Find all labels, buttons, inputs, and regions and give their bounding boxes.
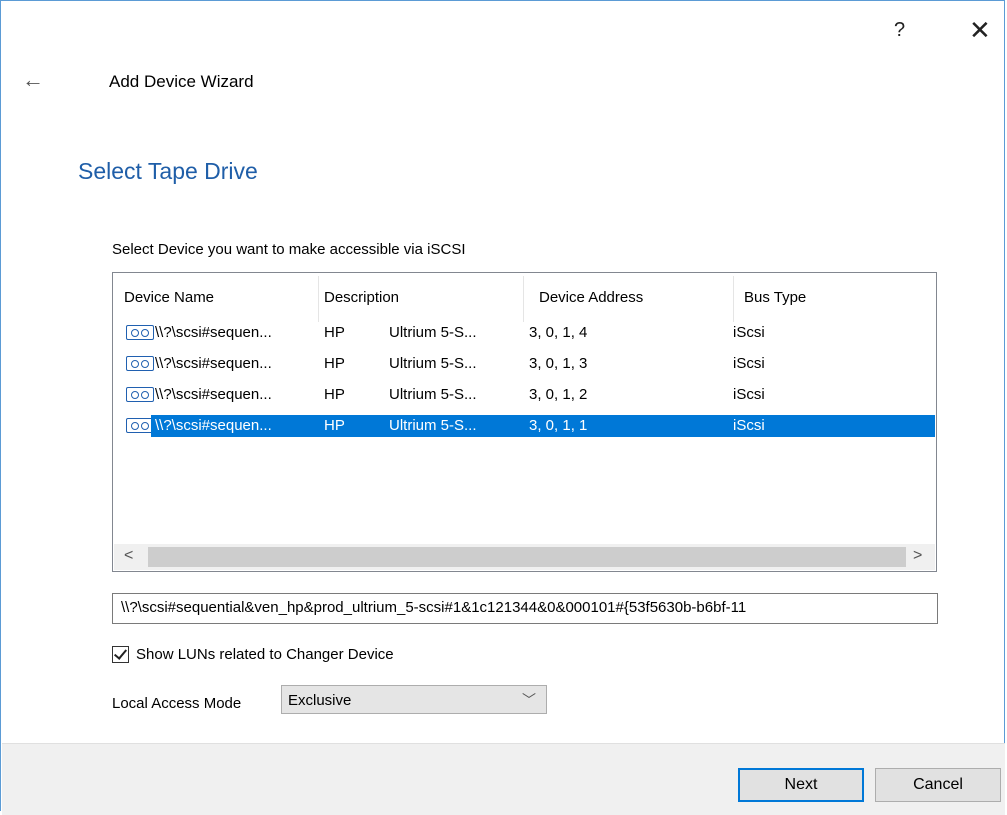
device-path-field[interactable]: [112, 593, 938, 624]
instruction-text: Select Device you want to make accessibl…: [112, 241, 466, 258]
wizard-title: Add Device Wizard: [109, 72, 254, 91]
table-row[interactable]: \\?\scsi#sequen... HP Ultrium 5-S... 3, …: [123, 322, 935, 344]
horizontal-scrollbar[interactable]: < >: [114, 544, 935, 570]
access-mode-label: Local Access Mode: [112, 695, 242, 712]
show-luns-checkbox[interactable]: [112, 646, 129, 663]
scroll-left-icon[interactable]: <: [124, 547, 133, 565]
table-row-selected[interactable]: \\?\scsi#sequen... HP Ultrium 5-S... 3, …: [151, 415, 935, 437]
tape-drive-icon: [126, 356, 154, 371]
show-luns-label[interactable]: Show LUNs related to Changer Device: [136, 646, 394, 663]
cell-device-name: \\?\scsi#sequen...: [155, 386, 272, 403]
scrollbar-thumb[interactable]: [148, 547, 906, 567]
device-path-input[interactable]: [113, 594, 937, 621]
column-header-device-name[interactable]: Device Name: [124, 289, 214, 306]
cell-bus-type: iScsi: [733, 386, 765, 403]
tape-drive-icon: [126, 325, 154, 340]
cell-model: Ultrium 5-S...: [389, 386, 477, 403]
cell-bus-type: iScsi: [733, 417, 765, 434]
list-header: Device Name Description Device Address B…: [113, 273, 936, 322]
column-divider[interactable]: [733, 276, 734, 322]
cell-vendor: HP: [324, 324, 345, 341]
cell-device-name: \\?\scsi#sequen...: [155, 417, 272, 434]
wizard-window: ? ✕ ← Add Device Wizard Select Tape Driv…: [0, 0, 1005, 815]
cell-vendor: HP: [324, 417, 345, 434]
cell-device-name: \\?\scsi#sequen...: [155, 324, 272, 341]
cell-device-name: \\?\scsi#sequen...: [155, 355, 272, 372]
cell-vendor: HP: [324, 355, 345, 372]
cell-device-address: 3, 0, 1, 4: [529, 324, 588, 341]
chevron-down-icon: ﹀: [522, 692, 536, 708]
access-mode-dropdown[interactable]: Exclusive ﹀: [281, 685, 547, 714]
cell-vendor: HP: [324, 386, 345, 403]
close-button[interactable]: ✕: [969, 15, 991, 46]
column-header-bus-type[interactable]: Bus Type: [744, 289, 806, 306]
tape-drive-icon: [126, 418, 154, 433]
button-bar: Next Cancel: [2, 743, 1005, 815]
cell-model: Ultrium 5-S...: [389, 324, 477, 341]
cell-device-address: 3, 0, 1, 3: [529, 355, 588, 372]
device-list[interactable]: Device Name Description Device Address B…: [112, 272, 937, 572]
next-button[interactable]: Next: [738, 768, 864, 802]
cell-bus-type: iScsi: [733, 324, 765, 341]
cell-bus-type: iScsi: [733, 355, 765, 372]
access-mode-value: Exclusive: [288, 692, 352, 709]
table-row[interactable]: \\?\scsi#sequen... HP Ultrium 5-S... 3, …: [123, 384, 935, 406]
help-button[interactable]: ?: [894, 19, 905, 42]
column-header-description[interactable]: Description: [324, 289, 399, 306]
column-header-device-address[interactable]: Device Address: [539, 289, 643, 306]
cell-model: Ultrium 5-S...: [389, 417, 477, 434]
checkmark-icon: [113, 646, 128, 660]
column-divider[interactable]: [523, 276, 524, 322]
scroll-right-icon[interactable]: >: [913, 547, 922, 565]
cell-device-address: 3, 0, 1, 2: [529, 386, 588, 403]
cell-device-address: 3, 0, 1, 1: [529, 417, 588, 434]
column-divider[interactable]: [318, 276, 319, 322]
table-row[interactable]: \\?\scsi#sequen... HP Ultrium 5-S... 3, …: [123, 353, 935, 375]
back-arrow-icon[interactable]: ←: [22, 67, 44, 93]
cell-model: Ultrium 5-S...: [389, 355, 477, 372]
cancel-button[interactable]: Cancel: [875, 768, 1001, 802]
page-title: Select Tape Drive: [78, 158, 258, 184]
tape-drive-icon: [126, 387, 154, 402]
